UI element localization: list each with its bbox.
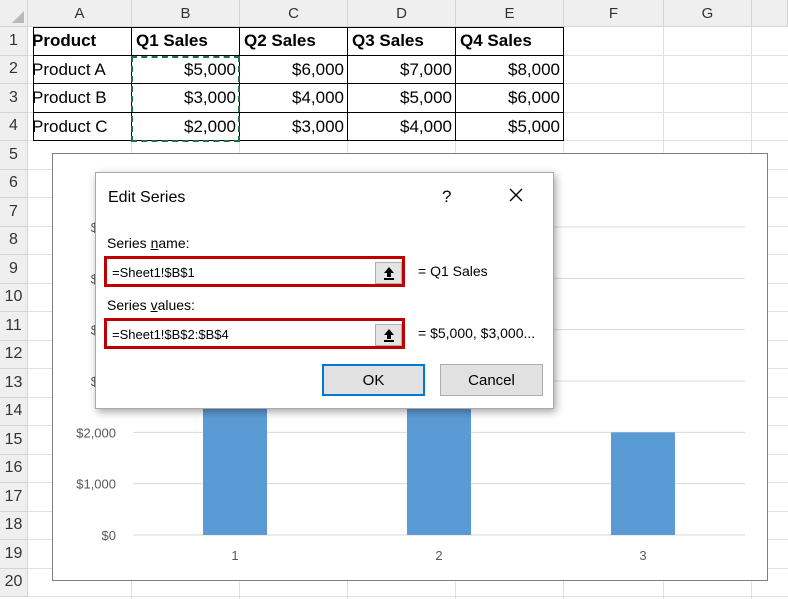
cancel-button[interactable]: Cancel [440, 364, 543, 396]
table-border [33, 27, 34, 141]
y-axis-tick-label: $1,000 [76, 477, 116, 492]
table-cell[interactable]: $5,000 [348, 84, 456, 113]
table-border [33, 27, 564, 28]
spreadsheet: ABCDEFG 1 2 3 4 5 6 7 8 9 10 11 12 13 14 15 16 17 18 19 20 … [0, 0, 788, 599]
table-border [347, 27, 348, 141]
collapse-dialog-icon [383, 329, 394, 342]
y-axis-tick-label: $0 [102, 528, 116, 543]
table-cell[interactable]: Product B [28, 84, 132, 113]
close-button[interactable] [505, 184, 527, 206]
series-values-input[interactable]: =Sheet1!$B$2:$B$4 [110, 324, 376, 344]
column-header-e[interactable]: E [456, 0, 564, 27]
row-header-1[interactable]: 1 [0, 27, 28, 56]
table-cell[interactable]: $6,000 [456, 84, 564, 113]
series-name-input[interactable]: =Sheet1!$B$1 [110, 262, 376, 282]
row-header-2[interactable]: 2 [0, 55, 28, 84]
table-cell[interactable]: Product C [28, 113, 132, 142]
column-header-g[interactable]: G [664, 0, 752, 27]
x-axis-tick-label: 2 [435, 548, 442, 563]
table-cell[interactable]: $4,000 [348, 113, 456, 142]
column-header-c[interactable]: C [240, 0, 348, 27]
x-axis-tick-label: 1 [231, 548, 238, 563]
series-name-collapse-button[interactable] [375, 262, 402, 284]
column-header-a[interactable]: A [28, 0, 132, 27]
table-header-cell[interactable]: Q1 Sales [132, 27, 240, 56]
series-values-preview: = $5,000, $3,000... [418, 325, 536, 341]
y-axis-tick-label: $2,000 [76, 425, 116, 440]
series-name-highlight: =Sheet1!$B$1 [104, 256, 405, 287]
row-header-15[interactable]: 15 [0, 426, 28, 455]
edit-series-dialog: Edit Series ? Series name: =Sheet1!$B$1 … [95, 172, 554, 409]
table-border [563, 27, 564, 141]
table-border [33, 112, 564, 113]
table-border [455, 27, 456, 141]
row-header-18[interactable]: 18 [0, 511, 28, 540]
column-header-d[interactable]: D [348, 0, 456, 27]
row-header-17[interactable]: 17 [0, 483, 28, 512]
row-header-20[interactable]: 20 [0, 568, 28, 597]
gridline-horizontal [28, 596, 788, 597]
close-icon [509, 188, 523, 202]
dialog-title: Edit Series [108, 189, 186, 206]
table-cell[interactable]: $7,000 [348, 56, 456, 85]
select-all-corner[interactable] [0, 0, 28, 27]
row-header-16[interactable]: 16 [0, 454, 28, 483]
table-border [33, 83, 564, 84]
column-header-blank[interactable] [752, 0, 788, 27]
column-header-b[interactable]: B [132, 0, 240, 27]
table-header-cell[interactable]: Q2 Sales [240, 27, 348, 56]
row-header-10[interactable]: 10 [0, 283, 28, 312]
x-axis-tick-label: 3 [639, 548, 646, 563]
table-border [33, 140, 564, 141]
table-cell[interactable]: $5,000 [456, 113, 564, 142]
table-cell[interactable]: $4,000 [240, 84, 348, 113]
help-button[interactable]: ? [442, 187, 451, 207]
table-cell[interactable]: $3,000 [240, 113, 348, 142]
column-header-f[interactable]: F [564, 0, 664, 27]
table-border [33, 55, 564, 56]
collapse-dialog-icon [383, 267, 394, 280]
series-values-highlight: =Sheet1!$B$2:$B$4 [104, 318, 405, 349]
table-header-cell[interactable]: Q4 Sales [456, 27, 564, 56]
series-values-label: Series values: [107, 297, 195, 313]
table-cell[interactable]: Product A [28, 56, 132, 85]
row-header-7[interactable]: 7 [0, 198, 28, 227]
row-header-5[interactable]: 5 [0, 141, 28, 170]
bar [611, 432, 675, 535]
row-header-3[interactable]: 3 [0, 84, 28, 113]
row-header-4[interactable]: 4 [0, 112, 28, 141]
copy-marquee-b2-b4 [131, 56, 240, 142]
table-header-cell[interactable]: Q3 Sales [348, 27, 456, 56]
series-values-collapse-button[interactable] [375, 324, 402, 346]
table-header-cell[interactable]: Product [28, 27, 132, 56]
row-header-13[interactable]: 13 [0, 369, 28, 398]
select-all-icon [12, 11, 24, 23]
row-header-14[interactable]: 14 [0, 397, 28, 426]
table-cell[interactable]: $8,000 [456, 56, 564, 85]
series-name-label: Series name: [107, 235, 190, 251]
row-header-19[interactable]: 19 [0, 540, 28, 569]
ok-button[interactable]: OK [322, 364, 425, 396]
table-cell[interactable]: $6,000 [240, 56, 348, 85]
row-header-9[interactable]: 9 [0, 255, 28, 284]
row-header-8[interactable]: 8 [0, 226, 28, 255]
row-header-12[interactable]: 12 [0, 340, 28, 369]
row-header-11[interactable]: 11 [0, 312, 28, 341]
series-name-preview: = Q1 Sales [418, 263, 488, 279]
row-header-6[interactable]: 6 [0, 169, 28, 198]
